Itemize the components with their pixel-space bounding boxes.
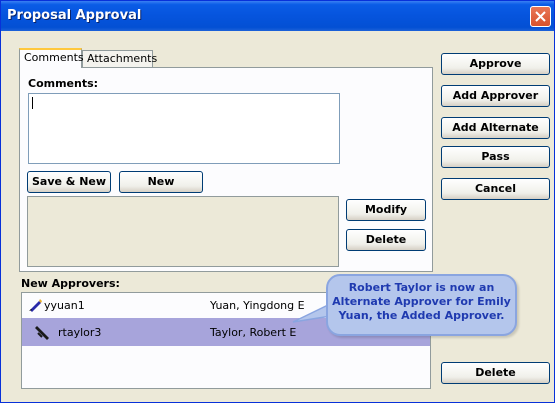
cancel-button[interactable]: Cancel: [441, 178, 550, 200]
comments-label: Comments:: [28, 77, 99, 90]
text-caret: [32, 97, 33, 109]
new-approvers-label: New Approvers:: [21, 277, 120, 290]
close-button[interactable]: [530, 6, 551, 27]
comments-textarea[interactable]: [28, 93, 340, 164]
add-alternate-button[interactable]: Add Alternate: [441, 117, 550, 139]
delete-approver-button[interactable]: Delete: [441, 362, 550, 384]
close-icon: [535, 11, 546, 22]
delete-comment-button[interactable]: Delete: [346, 229, 426, 251]
comments-list[interactable]: [27, 196, 339, 267]
new-button[interactable]: New: [119, 171, 203, 193]
proposal-approval-window: Proposal Approval Comments Attachments C…: [0, 0, 555, 403]
title-bar[interactable]: Proposal Approval: [1, 1, 554, 31]
tab-comments[interactable]: Comments: [19, 48, 84, 68]
add-approver-button[interactable]: Add Approver: [441, 85, 550, 107]
modify-button[interactable]: Modify: [346, 199, 426, 221]
tab-attachments[interactable]: Attachments: [82, 50, 157, 67]
save-new-button[interactable]: Save & New: [27, 171, 111, 193]
pen-icon: [29, 299, 42, 312]
alternate-pen-icon: [35, 326, 49, 340]
approver-user-id: yyuan1: [44, 299, 85, 312]
comments-tab-panel: Comments: Save & New New Modify Delete: [19, 67, 433, 272]
approver-user-id: rtaylor3: [58, 326, 102, 339]
approver-name: Taylor, Robert E: [210, 326, 297, 339]
callout-text: Robert Taylor is now an Alternate Approv…: [332, 281, 511, 322]
annotation-callout: Robert Taylor is now an Alternate Approv…: [326, 274, 517, 336]
window-title: Proposal Approval: [7, 8, 142, 23]
pass-button[interactable]: Pass: [441, 146, 550, 168]
approve-button[interactable]: Approve: [441, 53, 550, 75]
